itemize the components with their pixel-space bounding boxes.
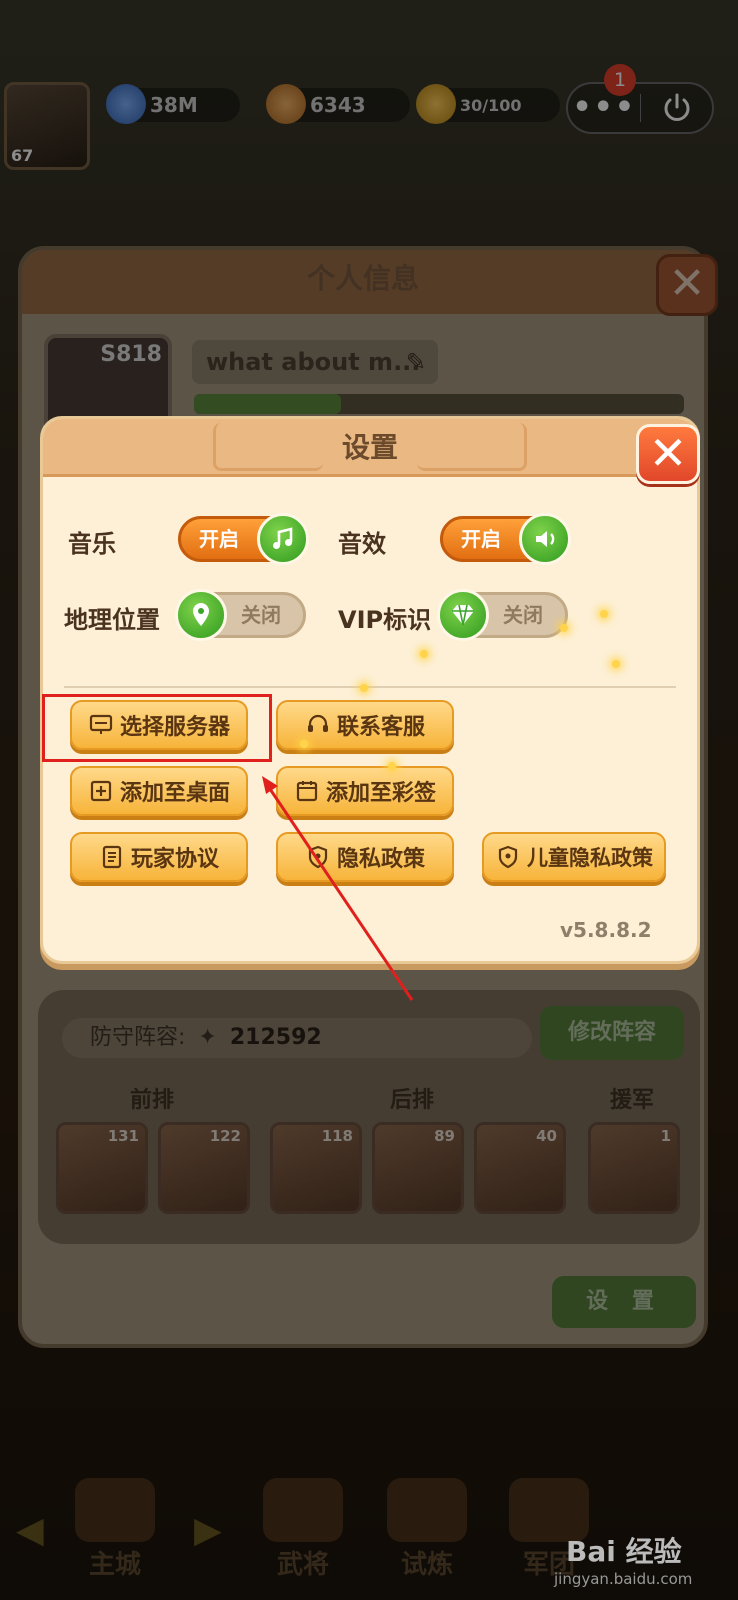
game-screen: 67 38M 6343 30/100 ••• 1 个人信息 ✕ S818 wha… <box>0 0 738 1600</box>
annotation-arrow-icon <box>262 776 414 1001</box>
